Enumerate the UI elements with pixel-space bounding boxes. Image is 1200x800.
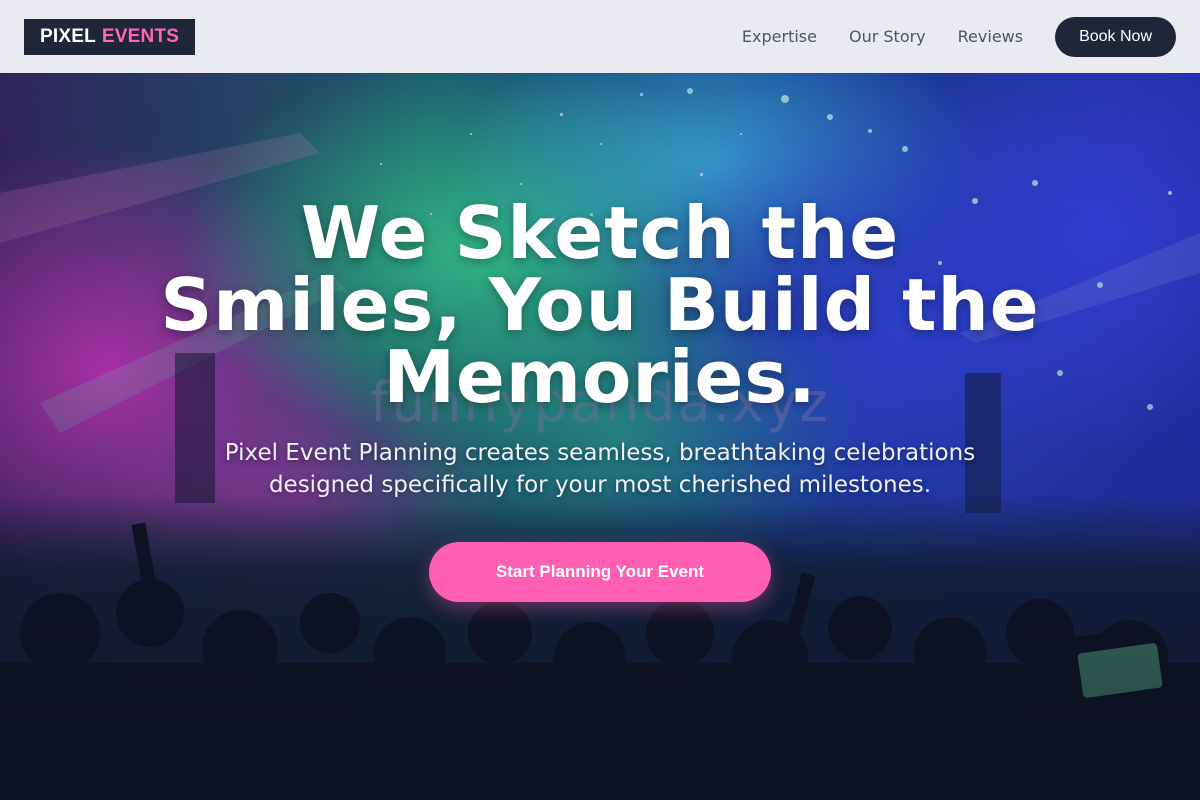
nav-link-reviews[interactable]: Reviews	[958, 27, 1023, 46]
main-nav: Expertise Our Story Reviews Book Now	[742, 16, 1176, 57]
nav-link-our-story[interactable]: Our Story	[849, 27, 926, 46]
landing-page: funnypanda.xyz We Sketch the Smiles, You…	[0, 0, 1200, 800]
nav-link-expertise[interactable]: Expertise	[742, 27, 817, 46]
site-header: PIXEL EVENTS Expertise Our Story Reviews…	[0, 0, 1200, 73]
hero-subtitle: Pixel Event Planning creates seamless, b…	[224, 440, 976, 498]
hero-content: funnypanda.xyz We Sketch the Smiles, You…	[0, 73, 1200, 800]
logo-primary-text: PIXEL	[40, 25, 96, 47]
hero-section: funnypanda.xyz We Sketch the Smiles, You…	[0, 73, 1200, 800]
hero-title: We Sketch the Smiles, You Build the Memo…	[160, 191, 1040, 419]
book-now-button[interactable]: Book Now	[1055, 16, 1176, 57]
start-planning-button[interactable]: Start Planning Your Event	[429, 542, 771, 602]
logo-accent-text: EVENTS	[101, 25, 180, 47]
logo[interactable]: PIXEL EVENTS	[24, 18, 196, 55]
